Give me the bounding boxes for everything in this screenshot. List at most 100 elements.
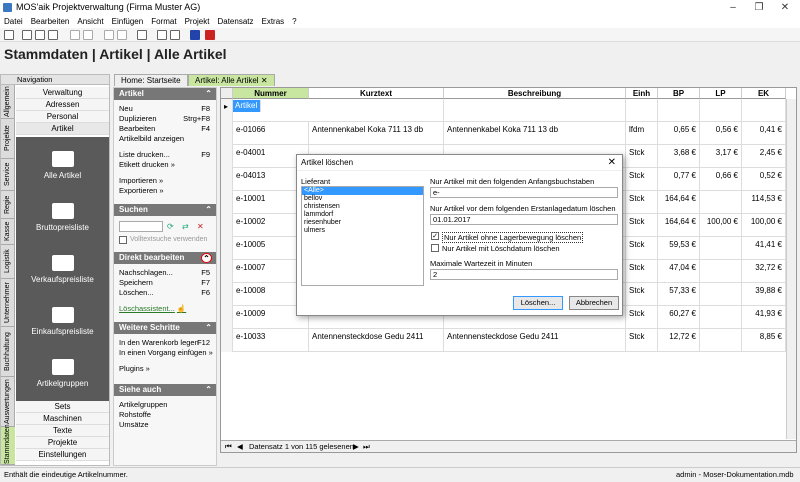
link-rohstoffe[interactable]: Rohstoffe xyxy=(114,410,216,420)
vtab-buchhaltung[interactable]: Buchhaltung xyxy=(1,327,15,377)
table-cell[interactable] xyxy=(700,237,742,260)
date-input[interactable]: 01.01.2017 xyxy=(430,214,618,225)
table-cell[interactable]: Stck xyxy=(626,214,658,237)
dialog-close-icon[interactable]: ✕ xyxy=(608,155,616,171)
abbrechen-button[interactable]: Abbrechen xyxy=(569,296,619,310)
lieferant-item[interactable]: riesenhuber xyxy=(302,219,423,227)
user-icon[interactable] xyxy=(190,30,200,40)
table-cell[interactable]: 32,72 € xyxy=(742,260,786,283)
table-cell[interactable]: Artikel xyxy=(233,100,261,112)
table-cell[interactable]: 47,04 € xyxy=(658,260,700,283)
lieferant-list[interactable]: <Alle> bellov christensen lammdorf riese… xyxy=(301,186,424,286)
action-loeschen[interactable]: Löschen... F6 xyxy=(114,288,216,298)
menu-ansicht[interactable]: Ansicht xyxy=(73,15,107,28)
table-cell[interactable]: 3,68 € xyxy=(658,145,700,168)
print-icon[interactable] xyxy=(22,30,32,40)
table-cell[interactable]: 60,27 € xyxy=(658,306,700,329)
wait-input[interactable]: 2 xyxy=(430,269,618,280)
table-cell[interactable]: Stck xyxy=(626,145,658,168)
vtab-auswertungen[interactable]: Auswertungen xyxy=(1,377,15,427)
vtab-service[interactable]: Service xyxy=(1,159,15,191)
menu-help[interactable]: ? xyxy=(288,15,300,28)
action-liste-drucken[interactable]: Liste drucken... F9 xyxy=(114,150,216,160)
lieferant-item[interactable]: ulmers xyxy=(302,227,423,235)
table-cell[interactable]: 100,00 € xyxy=(700,214,742,237)
preview-icon[interactable] xyxy=(35,30,45,40)
table-cell[interactable]: 41,41 € xyxy=(742,237,786,260)
col-header-einh[interactable]: Einh xyxy=(626,88,658,99)
action-warenkorb[interactable]: In den Warenkorb legen F12 xyxy=(114,338,216,348)
table-row[interactable]: ▸ Artikel xyxy=(221,99,796,122)
refresh-icon[interactable] xyxy=(170,30,180,40)
loeschen-button[interactable]: Löschen... xyxy=(513,296,563,310)
next-record-icon[interactable]: ▶ xyxy=(353,441,359,452)
table-cell[interactable]: lfdm xyxy=(626,122,658,145)
table-cell[interactable]: 0,41 € xyxy=(742,122,786,145)
nav-alle-artikel[interactable]: Alle Artikel xyxy=(16,151,109,180)
vtab-kasse[interactable]: Kasse xyxy=(1,219,15,245)
col-header-nummer[interactable]: Nummer xyxy=(233,88,309,99)
table-cell[interactable]: 0,66 € xyxy=(700,168,742,191)
redo-icon[interactable] xyxy=(83,30,93,40)
table-row[interactable]: e-01066 Antennenkabel Koka 711 13 db Anten… xyxy=(221,122,796,145)
table-cell[interactable]: Stck xyxy=(626,191,658,214)
nav-item-texte[interactable]: Texte xyxy=(16,425,109,437)
prefix-input[interactable]: e- xyxy=(430,187,618,198)
row-selector[interactable] xyxy=(221,122,233,145)
col-header-ek[interactable]: EK xyxy=(742,88,786,99)
lock-icon[interactable] xyxy=(205,30,215,40)
table-cell[interactable]: Antennensteckdose Gedu 2411 xyxy=(309,329,444,352)
table-cell[interactable]: 164,64 € xyxy=(658,191,700,214)
nav-item-verwaltung[interactable]: Verwaltung xyxy=(16,87,109,99)
lieferant-item[interactable]: lammdorf xyxy=(302,211,423,219)
table-cell[interactable]: Stck xyxy=(626,237,658,260)
close-icon[interactable]: ✕ xyxy=(772,0,798,15)
table-cell[interactable]: 39,88 € xyxy=(742,283,786,306)
section-siehe-auch[interactable]: Siehe auch ⌃ xyxy=(114,384,216,396)
row-selector[interactable] xyxy=(221,168,233,191)
row-selector[interactable] xyxy=(221,191,233,214)
section-weitere-schritte[interactable]: Weitere Schritte ⌃ xyxy=(114,322,216,334)
table-cell[interactable] xyxy=(742,99,786,122)
nav-item-maschinen[interactable]: Maschinen xyxy=(16,413,109,425)
row-selector[interactable] xyxy=(221,306,233,329)
vertical-scrollbar[interactable] xyxy=(786,99,796,439)
nav-item-personal[interactable]: Personal xyxy=(16,111,109,123)
tab-close-icon[interactable]: ✕ xyxy=(261,76,268,85)
table-cell[interactable]: 0,56 € xyxy=(700,122,742,145)
table-cell[interactable]: Stck xyxy=(626,283,658,306)
lieferant-item[interactable]: christensen xyxy=(302,203,423,211)
table-cell[interactable] xyxy=(444,99,626,122)
vtab-stammdaten[interactable]: Stammdaten xyxy=(1,424,15,465)
table-cell[interactable]: Antennenkabel Koka 711 13 db xyxy=(309,122,444,145)
first-record-icon[interactable]: ⏮ xyxy=(225,441,232,452)
row-selector[interactable] xyxy=(221,214,233,237)
mit-loeschdatum-checkbox[interactable] xyxy=(431,244,439,252)
section-suchen[interactable]: Suchen ⌃ xyxy=(114,204,216,216)
tab-alle-artikel[interactable]: Artikel: Alle Artikel ✕ xyxy=(188,74,275,86)
table-cell[interactable]: Antennensteckdose Gedu 2411 xyxy=(444,329,626,352)
new-file-icon[interactable] xyxy=(4,30,14,40)
table-cell[interactable] xyxy=(658,99,700,122)
action-etikett[interactable]: Etikett drucken » xyxy=(114,160,216,170)
collapse-icon[interactable]: ⌃ xyxy=(201,253,212,263)
delete-icon[interactable] xyxy=(157,30,167,40)
volltext-checkbox[interactable] xyxy=(119,236,127,244)
menu-einfuegen[interactable]: Einfügen xyxy=(108,15,148,28)
table-cell[interactable]: 2,45 € xyxy=(742,145,786,168)
maximize-icon[interactable]: ❐ xyxy=(746,0,772,15)
col-header-beschreibung[interactable]: Beschreibung xyxy=(444,88,626,99)
table-cell[interactable]: 100,00 € xyxy=(742,214,786,237)
action-duplizieren[interactable]: Duplizieren Strg+F8 xyxy=(114,114,216,124)
table-cell[interactable] xyxy=(700,329,742,352)
search-clear-icon[interactable]: ✕ xyxy=(197,222,204,231)
table-cell[interactable] xyxy=(309,99,444,122)
search-go-icon[interactable]: ⟳ xyxy=(167,222,174,231)
table-cell[interactable] xyxy=(700,99,742,122)
action-artikelbild[interactable]: Artikelbild anzeigen xyxy=(114,134,216,144)
table-cell[interactable] xyxy=(700,260,742,283)
action-speichern[interactable]: Speichern F7 xyxy=(114,278,216,288)
table-cell[interactable] xyxy=(626,99,658,122)
row-selector[interactable]: ▸ xyxy=(221,99,233,122)
row-selector[interactable] xyxy=(221,260,233,283)
